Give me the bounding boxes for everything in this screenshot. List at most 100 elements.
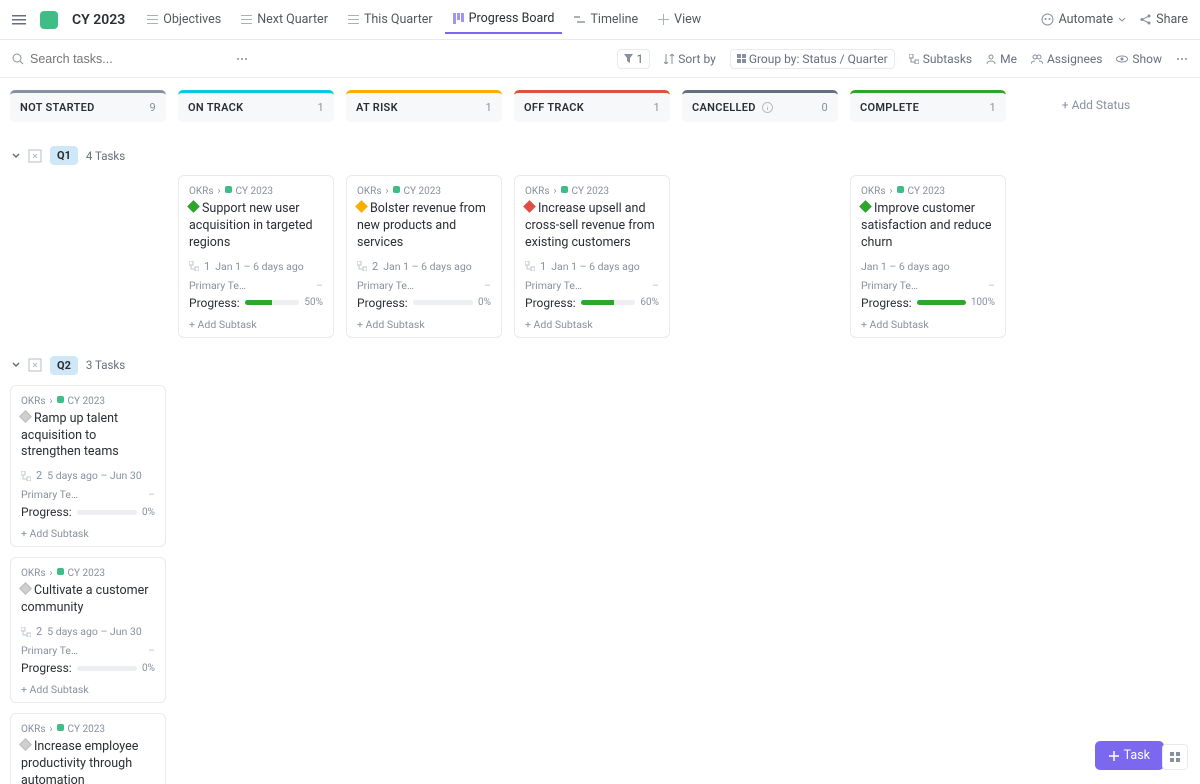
group-task-count: 3 Tasks: [86, 358, 125, 372]
add-subtask-button[interactable]: + Add Subtask: [189, 314, 323, 331]
task-card[interactable]: OKRs›CY 2023 Increase employee productiv…: [10, 713, 166, 784]
progress-bar: [413, 300, 473, 305]
group-caret-icon[interactable]: [12, 152, 20, 160]
breadcrumb-space: CY 2023: [908, 186, 945, 197]
add-subtask-button[interactable]: + Add Subtask: [21, 679, 155, 696]
tab-progress-board[interactable]: Progress Board: [445, 5, 563, 34]
add-subtask-button[interactable]: + Add Subtask: [357, 314, 491, 331]
tab-this-quarter[interactable]: This Quarter: [340, 5, 441, 34]
space-dot-icon: [897, 186, 904, 193]
date-range: Jan 1 – 6 days ago: [215, 260, 304, 273]
add-subtask-button[interactable]: + Add Subtask: [861, 314, 995, 331]
timeline-icon: [574, 14, 585, 25]
share-button[interactable]: Share: [1140, 12, 1188, 27]
quarter-badge: Q2: [50, 356, 78, 375]
space-dot-icon: [225, 186, 232, 193]
quick-menu-button[interactable]: [1162, 744, 1188, 770]
subtask-icon: [21, 471, 31, 481]
add-subtask-button[interactable]: + Add Subtask: [21, 523, 155, 540]
board-area: NOT STARTED9 ON TRACK1 AT RISK1 OFF TRAC…: [0, 78, 1200, 784]
me-button[interactable]: Me: [986, 52, 1017, 66]
sort-icon: [664, 54, 674, 64]
column-complete[interactable]: COMPLETE1: [850, 90, 1006, 122]
empty-value: –: [484, 279, 491, 292]
people-icon: [1031, 54, 1043, 64]
filter-count-pill[interactable]: 1: [617, 49, 650, 69]
task-card[interactable]: OKRs›CY 2023 Bolster revenue from new pr…: [346, 175, 502, 338]
tab-label: Next Quarter: [257, 12, 328, 27]
progress-label: Progress:: [21, 661, 72, 675]
status-diamond-icon: [523, 200, 536, 213]
column-off-track[interactable]: OFF TRACK1: [514, 90, 670, 122]
task-title: Support new user acquisition in targeted…: [189, 201, 323, 252]
subtask-icon: [357, 261, 367, 271]
breadcrumb-root: OKRs: [189, 186, 213, 197]
progress-bar: [245, 300, 300, 305]
subtasks-button[interactable]: Subtasks: [909, 52, 972, 66]
list-icon: [348, 14, 359, 25]
plus-icon: [1109, 751, 1119, 761]
status-diamond-icon: [19, 738, 32, 751]
progress-percent: 0%: [142, 507, 155, 518]
sort-by-button[interactable]: Sort by: [664, 52, 716, 66]
sidebar-toggle-icon[interactable]: [12, 13, 26, 27]
add-status-button[interactable]: + Add Status: [1018, 90, 1174, 122]
breadcrumb-root: OKRs: [525, 186, 549, 197]
tab-objectives[interactable]: Objectives: [139, 5, 229, 34]
progress-bar: [581, 300, 636, 305]
assignees-button[interactable]: Assignees: [1031, 52, 1102, 66]
progress-percent: 60%: [640, 297, 659, 308]
expand-icon[interactable]: [28, 358, 42, 372]
show-button[interactable]: Show: [1116, 52, 1162, 66]
breadcrumb-space: CY 2023: [68, 568, 105, 579]
subtask-count: 2: [36, 625, 42, 638]
tab-next-quarter[interactable]: Next Quarter: [233, 5, 336, 34]
group-by-button[interactable]: Group by: Status / Quarter: [730, 49, 895, 69]
search-input[interactable]: [30, 52, 230, 66]
task-card[interactable]: OKRs›CY 2023 Improve customer satisfacti…: [850, 175, 1006, 338]
group-caret-icon[interactable]: [12, 361, 20, 369]
tab-add-view[interactable]: View: [650, 5, 709, 34]
workspace-icon: [40, 11, 58, 29]
more-icon[interactable]: [236, 53, 248, 65]
progress-label: Progress:: [357, 296, 408, 310]
subtask-count: 1: [204, 260, 210, 273]
new-task-button[interactable]: Task: [1095, 741, 1164, 770]
tab-timeline[interactable]: Timeline: [566, 5, 646, 34]
subtask-count: 2: [372, 260, 378, 273]
progress-label: Progress:: [525, 296, 576, 310]
progress-label: Progress:: [21, 505, 72, 519]
task-card[interactable]: OKRs›CY 2023 Ramp up talent acquisition …: [10, 385, 166, 548]
breadcrumb-root: OKRs: [21, 724, 45, 735]
progress-percent: 100%: [971, 297, 995, 308]
progress-label: Progress:: [189, 296, 240, 310]
column-not-started[interactable]: NOT STARTED9: [10, 90, 166, 122]
automate-button[interactable]: Automate: [1041, 12, 1127, 27]
list-icon: [147, 14, 158, 25]
status-diamond-icon: [355, 200, 368, 213]
tab-label: This Quarter: [364, 12, 433, 27]
space-dot-icon: [57, 568, 64, 575]
date-range: Jan 1 – 6 days ago: [383, 260, 472, 273]
subtask-icon: [189, 261, 199, 271]
breadcrumb-space: CY 2023: [404, 186, 441, 197]
empty-value: –: [988, 279, 995, 292]
task-card[interactable]: OKRs›CY 2023 Support new user acquisitio…: [178, 175, 334, 338]
empty-value: –: [148, 644, 155, 657]
status-diamond-icon: [859, 200, 872, 213]
task-card[interactable]: OKRs›CY 2023 Cultivate a customer commun…: [10, 557, 166, 703]
empty-value: –: [652, 279, 659, 292]
task-title: Bolster revenue from new products and se…: [357, 201, 491, 252]
column-cancelled[interactable]: CANCELLED0: [682, 90, 838, 122]
column-on-track[interactable]: ON TRACK1: [178, 90, 334, 122]
add-subtask-button[interactable]: + Add Subtask: [525, 314, 659, 331]
breadcrumb-space: CY 2023: [236, 186, 273, 197]
task-card[interactable]: OKRs›CY 2023 Increase upsell and cross-s…: [514, 175, 670, 338]
more-icon[interactable]: [1176, 53, 1188, 65]
expand-icon[interactable]: [28, 149, 42, 163]
space-dot-icon: [57, 724, 64, 731]
column-at-risk[interactable]: AT RISK1: [346, 90, 502, 122]
board-icon: [453, 13, 464, 24]
quarter-badge: Q1: [50, 146, 78, 165]
breadcrumb-space: CY 2023: [68, 396, 105, 407]
